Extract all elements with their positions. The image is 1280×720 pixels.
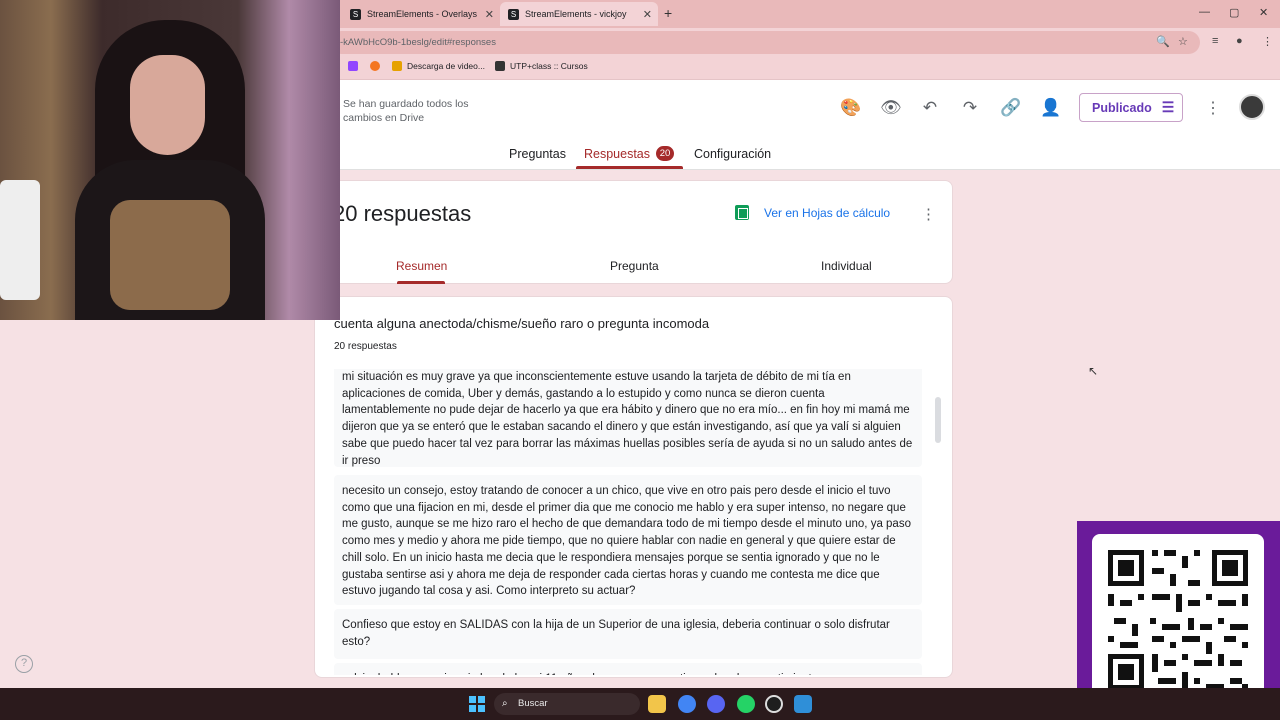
responses-summary-card: 20 respuestas Ver en Hojas de cálculo ⋮ … [314,180,953,284]
taskbar-search[interactable]: ⌕ Buscar [494,693,640,715]
answers-list[interactable]: mi situación es muy grave ya que inconsc… [334,369,922,675]
mouse-cursor-icon: ↖ [1088,364,1099,378]
bookmark-descarga[interactable]: Descarga de video... [392,61,485,71]
webcam-overlay [0,0,340,320]
tab-title: StreamElements - vickjoy [525,9,627,19]
palette-icon[interactable]: 🎨 [840,98,861,118]
tab-respuestas[interactable]: Respuestas [584,147,650,161]
chrome-icon[interactable] [678,695,696,713]
question-title: cuenta alguna anectoda/chisme/sueño raro… [334,316,710,331]
responses-count-badge: 20 [656,146,674,161]
view-in-sheets-link[interactable]: Ver en Hojas de cálculo [764,206,890,220]
active-subtab-indicator [397,281,445,284]
answers-scrollbar[interactable] [935,397,941,443]
more-options-icon[interactable]: ⋮ [921,205,936,223]
media-control-icon[interactable]: ≡ [1212,35,1218,47]
browser-tab-overlays[interactable]: S StreamElements - Overlays ✕ [342,2,500,26]
save-status: Se han guardado todos los cambios en Dri… [343,98,469,124]
obs-icon[interactable] [765,695,783,713]
close-icon[interactable]: ✕ [1259,6,1268,19]
list-item: volvi a hablar con mi casi algo de la un… [334,663,922,675]
extension-icon[interactable]: ● [1236,35,1243,47]
more-options-icon[interactable]: ⋮ [1205,98,1221,118]
windows-taskbar: ⌕ Buscar [0,688,1280,720]
twitch-bookmark-icon[interactable] [348,61,363,71]
browser-menu-icon[interactable]: ⋮ [1262,35,1273,48]
streamelements-favicon-icon: S [508,8,519,20]
sliders-icon: ☰ [1161,99,1175,115]
question-response-count: 20 respuestas [334,341,397,352]
google-sheets-icon[interactable] [735,205,749,220]
tab-configuracion[interactable]: Configuración [694,147,771,161]
ring-light [0,180,40,300]
add-person-icon[interactable]: 👤 [1040,98,1061,118]
windows-start-icon[interactable] [469,696,485,712]
bookmark-utp-icon [495,61,505,71]
browser-tab-vickjoy[interactable]: S StreamElements - vickjoy ✕ [500,2,658,26]
subtab-pregunta[interactable]: Pregunta [610,259,659,273]
undo-icon[interactable]: ↶ [920,98,940,118]
list-item: mi situación es muy grave ya que inconsc… [334,369,922,467]
close-icon[interactable]: ✕ [643,8,652,21]
qr-code-card [1092,534,1264,706]
link-icon[interactable]: 🔗 [1000,98,1021,118]
url-text: -kAWbHcO9b-1beslg/edit#responses [340,37,496,48]
streamer-face [130,55,205,155]
close-icon[interactable]: ✕ [485,8,494,21]
tab-title: StreamElements - Overlays [367,9,478,19]
bookmark-v-icon [392,61,402,71]
bookmark-label: Descarga de video... [407,61,485,71]
streamer-hair-tips [110,200,230,310]
crunchyroll-bookmark-icon[interactable] [370,61,385,71]
zoom-icon[interactable]: 🔍 [1156,31,1170,54]
search-icon: ⌕ [502,698,508,709]
publish-button[interactable]: Publicado ☰ [1079,93,1183,122]
list-item: Confieso que estoy en SALIDAS con la hij… [334,609,922,659]
responses-count-title: 20 respuestas [333,201,472,226]
file-explorer-icon[interactable] [648,695,666,713]
url-bar[interactable]: -kAWbHcO9b-1beslg/edit#responses 🔍 ☆ [330,31,1200,54]
avatar[interactable] [1239,94,1265,120]
tab-preguntas[interactable]: Preguntas [509,147,566,161]
streamelements-favicon-icon: S [350,8,361,20]
minimize-icon[interactable]: — [1199,6,1210,18]
qr-code-icon [1108,550,1248,690]
bookmark-label: UTP+class :: Cursos [510,61,588,71]
subtab-resumen[interactable]: Resumen [396,259,447,273]
active-tab-indicator [576,166,683,169]
question-responses-card: cuenta alguna anectoda/chisme/sueño raro… [314,296,953,678]
eye-icon[interactable]: 👁 [880,98,902,118]
plus-icon[interactable]: + [664,5,672,21]
maximize-icon[interactable]: ▢ [1229,6,1239,19]
photos-icon[interactable] [794,695,812,713]
search-placeholder: Buscar [518,698,548,709]
discord-icon[interactable] [707,695,725,713]
subtab-individual[interactable]: Individual [821,259,872,273]
publish-label: Publicado [1092,100,1152,115]
list-item: necesito un consejo, estoy tratando de c… [334,475,922,605]
help-icon[interactable]: ? [15,655,33,673]
bookmark-utp-class[interactable]: UTP+class :: Cursos [495,61,588,71]
redo-icon[interactable]: ↷ [960,98,980,118]
whatsapp-icon[interactable] [737,695,755,713]
star-icon[interactable]: ☆ [1178,31,1188,54]
